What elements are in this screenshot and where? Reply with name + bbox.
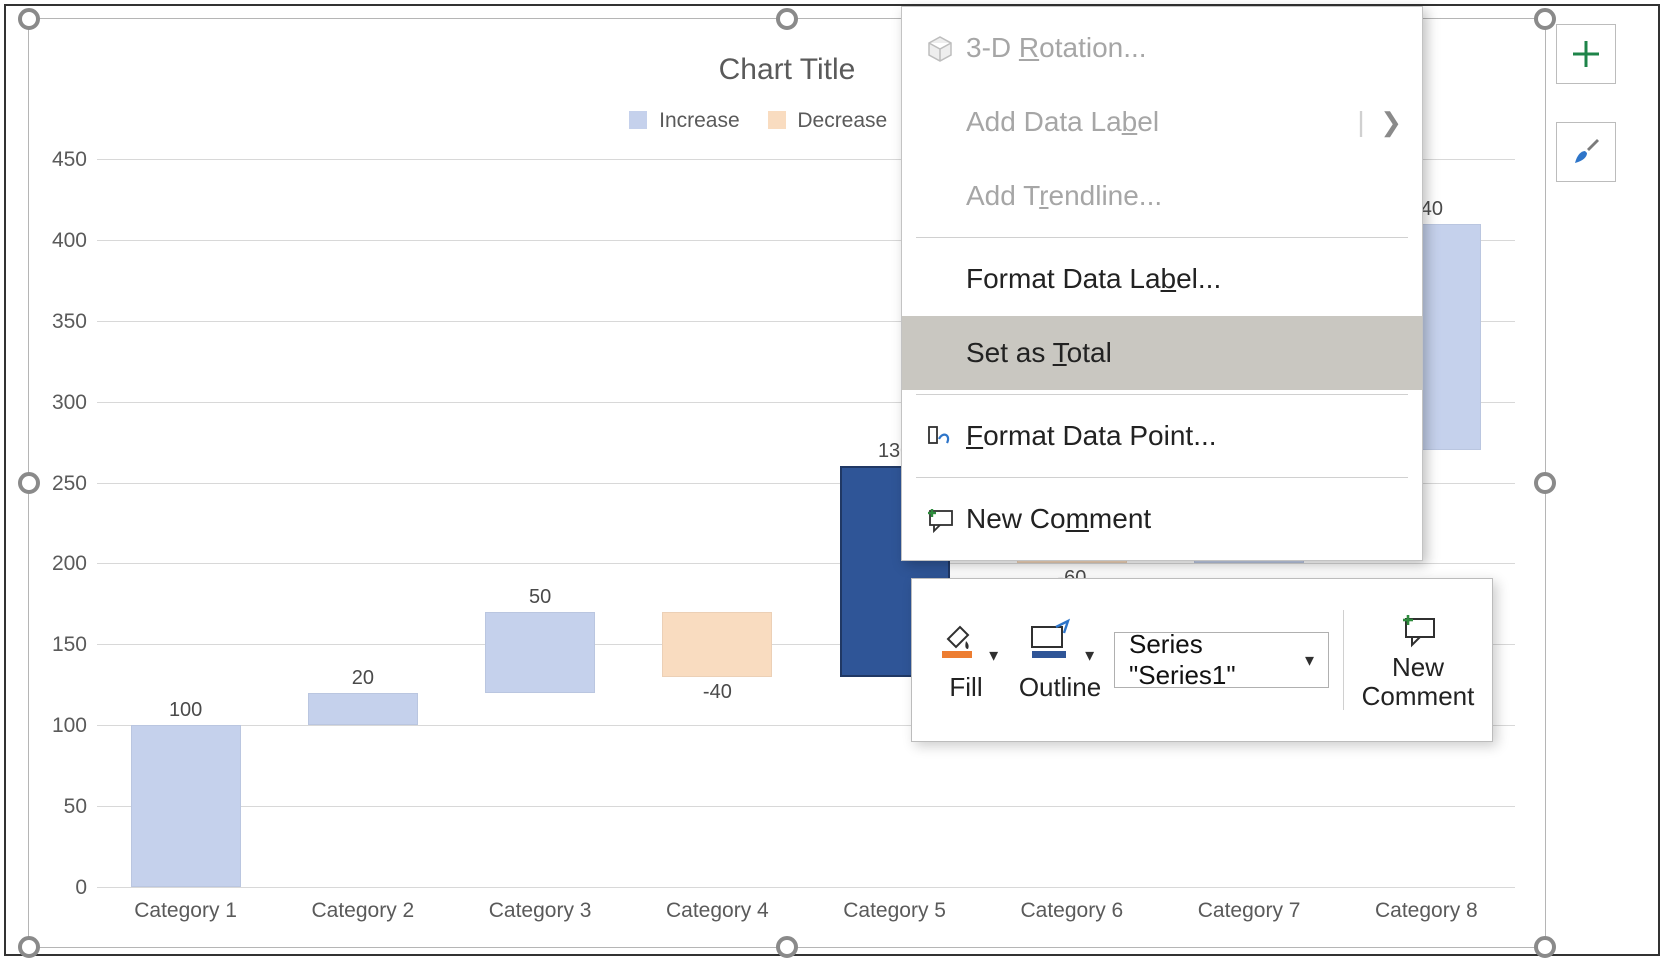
gridline: 0 [97, 887, 1515, 888]
new-comment-button[interactable]: NewComment [1358, 609, 1478, 710]
chevron-down-icon: ▾ [1305, 650, 1314, 671]
toolbar-divider [1343, 610, 1344, 710]
data-label[interactable]: 100 [169, 699, 202, 722]
y-tick-label: 400 [37, 229, 87, 253]
bar[interactable] [485, 612, 595, 693]
gridline: 50 [97, 806, 1515, 807]
legend-label-increase: Increase [659, 109, 740, 132]
legend-swatch-increase [629, 111, 647, 129]
chevron-down-icon: ▾ [989, 645, 998, 666]
menu-set-as-total[interactable]: Set as Total [902, 316, 1422, 390]
x-tick-label: Category 2 [312, 899, 415, 923]
plus-icon [1569, 37, 1603, 71]
resize-handle[interactable] [776, 936, 798, 958]
gridline: 200 [97, 563, 1515, 564]
menu-add-data-label: Add Data Label | ❯ [902, 85, 1422, 159]
x-tick-label: Category 5 [843, 899, 946, 923]
y-tick-label: 100 [37, 714, 87, 738]
x-tick-label: Category 1 [134, 899, 237, 923]
menu-separator [916, 394, 1408, 395]
menu-format-data-point[interactable]: Format Data Point... [902, 399, 1422, 473]
x-tick-label: Category 4 [666, 899, 769, 923]
outline-icon [1026, 617, 1074, 661]
y-tick-label: 150 [37, 633, 87, 657]
resize-handle[interactable] [1534, 936, 1556, 958]
cube-icon [914, 33, 966, 63]
resize-handle[interactable] [18, 8, 40, 30]
x-tick-label: Category 7 [1198, 899, 1301, 923]
context-menu: 3-D Rotation... Add Data Label | ❯ Add T… [901, 6, 1423, 561]
screenshot-frame: Chart Title Increase Decrease To 0501001… [4, 4, 1660, 956]
x-tick-label: Category 8 [1375, 899, 1478, 923]
y-tick-label: 250 [37, 472, 87, 496]
menu-format-data-label[interactable]: Format Data Label... [902, 242, 1422, 316]
y-tick-label: 0 [37, 876, 87, 900]
x-tick-label: Category 6 [1021, 899, 1124, 923]
menu-separator [916, 237, 1408, 238]
data-label[interactable]: 20 [352, 667, 374, 690]
y-tick-label: 450 [37, 148, 87, 172]
chevron-right-icon: ❯ [1380, 107, 1402, 138]
series-selector[interactable]: Series "Series1" ▾ [1114, 632, 1329, 688]
chevron-down-icon: ▾ [1085, 645, 1094, 666]
resize-handle[interactable] [18, 936, 40, 958]
menu-3d-rotation: 3-D Rotation... [902, 11, 1422, 85]
comment-plus-icon [914, 503, 966, 535]
resize-handle[interactable] [1534, 8, 1556, 30]
resize-handle[interactable] [18, 472, 40, 494]
y-tick-label: 200 [37, 552, 87, 576]
resize-handle[interactable] [776, 8, 798, 30]
format-icon [914, 421, 966, 451]
brush-icon [1567, 133, 1605, 171]
y-tick-label: 350 [37, 310, 87, 334]
y-tick-label: 300 [37, 391, 87, 415]
bar[interactable] [308, 693, 418, 725]
legend-swatch-decrease [768, 111, 786, 129]
resize-handle[interactable] [1534, 472, 1556, 494]
chart-elements-button[interactable] [1556, 24, 1616, 84]
outline-button[interactable]: ▾ Outline [1020, 617, 1100, 703]
menu-separator [916, 477, 1408, 478]
y-tick-label: 50 [37, 795, 87, 819]
data-label[interactable]: -40 [703, 681, 732, 704]
bar[interactable] [131, 725, 241, 887]
chart-styles-button[interactable] [1556, 122, 1616, 182]
comment-plus-icon [1396, 609, 1440, 649]
bar[interactable] [662, 612, 772, 677]
mini-toolbar: ▾ Fill ▾ Outline Series "Series1" ▾ [911, 578, 1493, 742]
paintbucket-icon [934, 617, 978, 661]
legend-label-decrease: Decrease [797, 109, 887, 132]
data-label[interactable]: 50 [529, 586, 551, 609]
menu-add-trendline: Add Trendline... [902, 159, 1422, 233]
menu-new-comment[interactable]: New Comment [902, 482, 1422, 556]
fill-button[interactable]: ▾ Fill [926, 617, 1006, 703]
x-tick-label: Category 3 [489, 899, 592, 923]
